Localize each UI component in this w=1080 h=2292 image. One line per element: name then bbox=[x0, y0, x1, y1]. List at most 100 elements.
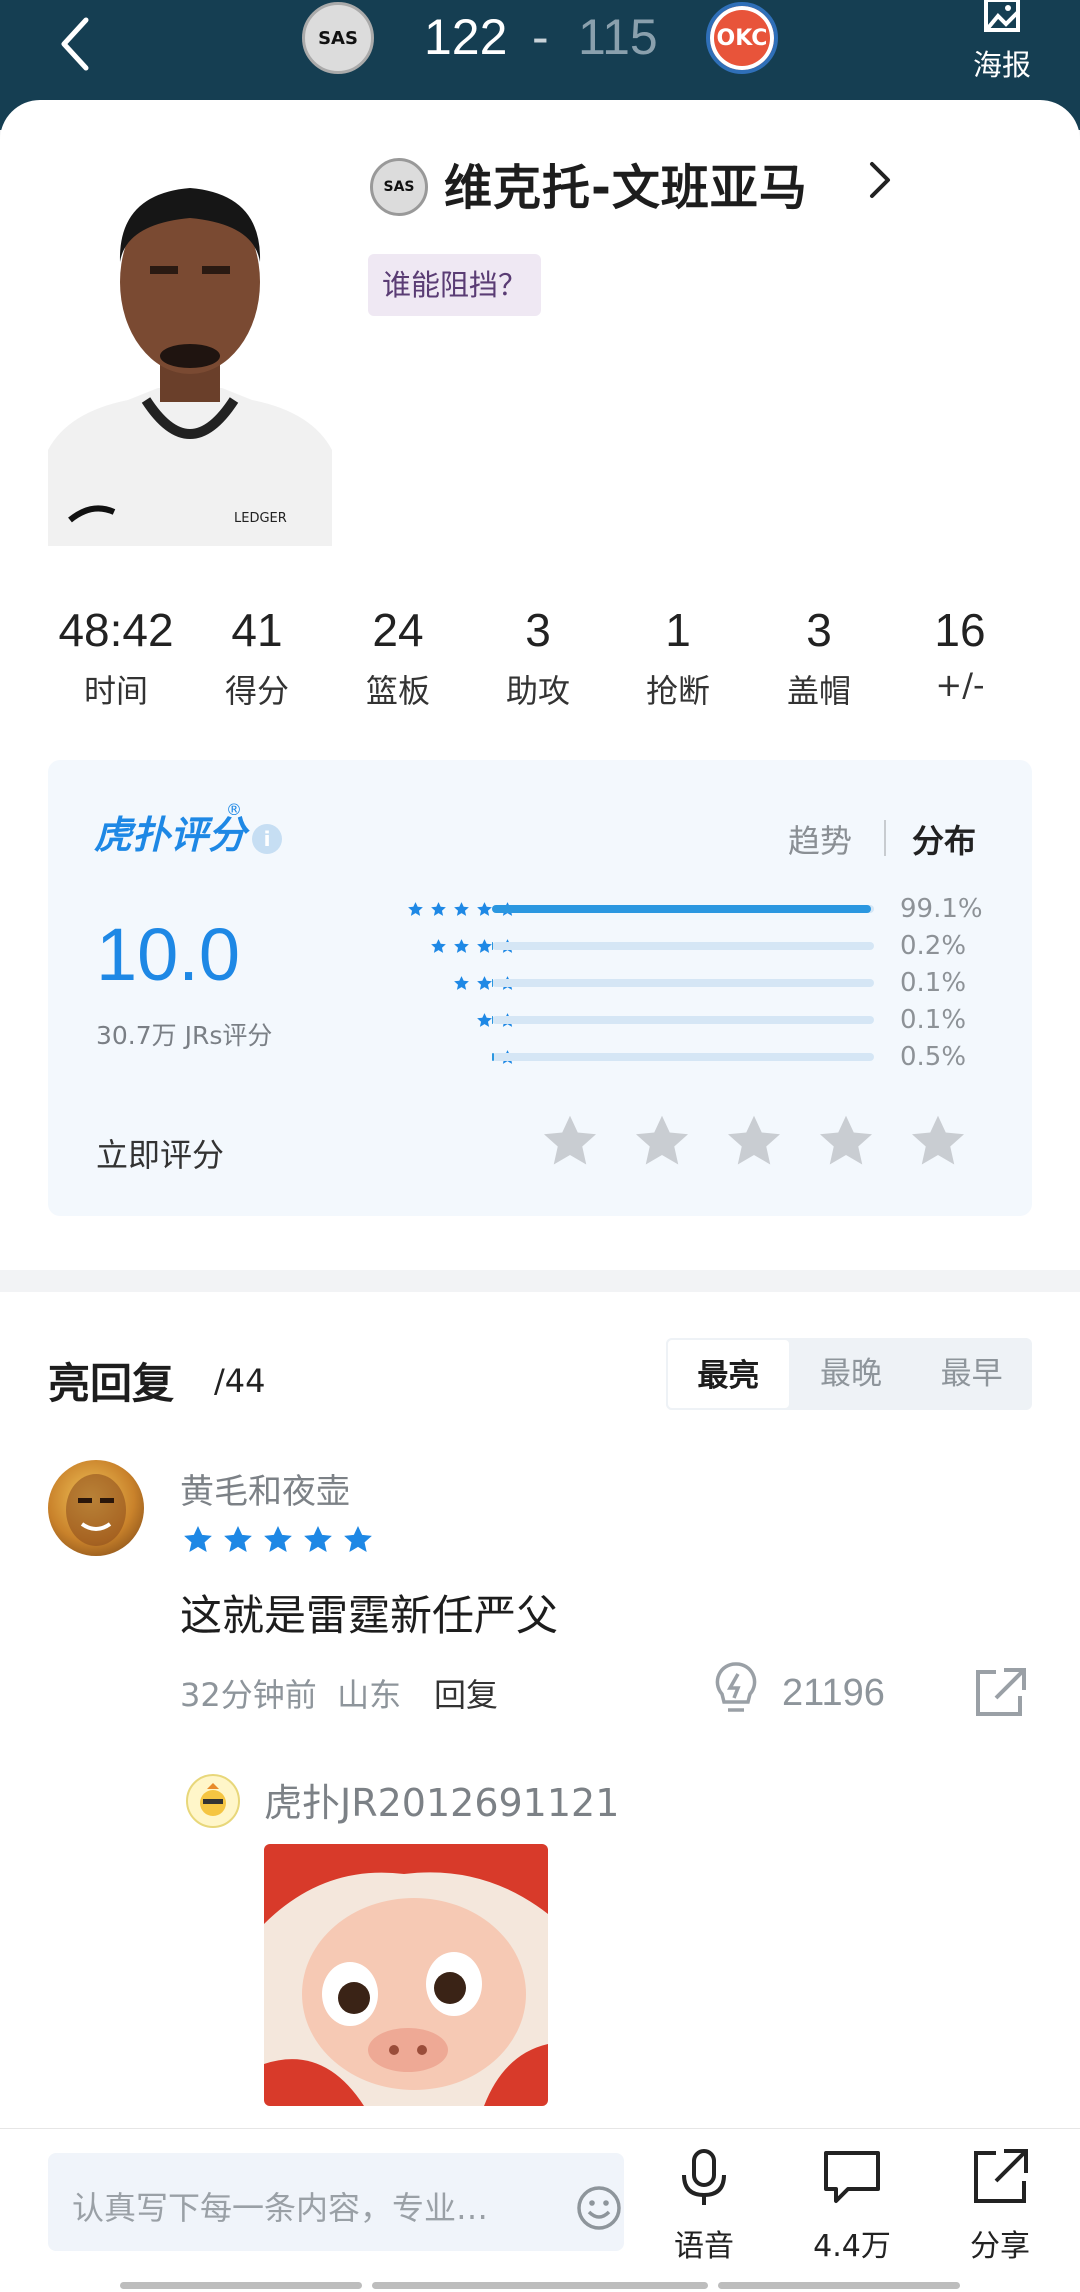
comment-location: 山东 bbox=[337, 1676, 402, 1714]
poster-button[interactable]: 海报 bbox=[962, 0, 1042, 90]
comment-username[interactable]: 黄毛和夜壶 bbox=[180, 1464, 350, 1513]
chevron-right-icon[interactable] bbox=[866, 158, 896, 202]
voice-button[interactable]: 语音 bbox=[644, 2147, 764, 2267]
emoji-icon[interactable] bbox=[576, 2185, 622, 2231]
rating-panel: 虎扑评分 ® i 趋势 分布 10.0 30.7万 JRs评分 99.1% 0.2… bbox=[48, 760, 1032, 1216]
rating-distribution-row: 0.2% bbox=[48, 931, 1032, 961]
player-team-logo: SAS bbox=[370, 158, 428, 216]
bottom-action-bar: 认真写下每一条内容，专业… 语音 4.4万 分享 bbox=[0, 2128, 1080, 2292]
stat-value: 48:42 bbox=[58, 604, 174, 656]
nav-indicator bbox=[120, 2282, 362, 2289]
back-button[interactable] bbox=[50, 6, 110, 76]
comments-button[interactable]: 4.4万 bbox=[792, 2147, 912, 2267]
star-icon bbox=[477, 901, 492, 916]
stat-label: 抢断 bbox=[645, 672, 710, 710]
star-icon bbox=[408, 901, 423, 916]
stat-value: 24 bbox=[372, 604, 424, 656]
stat-minutes: 48:42 时间 bbox=[36, 600, 196, 712]
home-score: 122 bbox=[424, 9, 508, 65]
star-icon bbox=[454, 901, 469, 916]
star-icon bbox=[477, 1012, 492, 1027]
sort-tab-brightest[interactable]: 最亮 bbox=[666, 1338, 791, 1410]
info-icon[interactable]: i bbox=[252, 824, 282, 854]
player-team-abbr: SAS bbox=[383, 179, 415, 195]
stat-value: 1 bbox=[665, 604, 691, 656]
home-team-logo[interactable]: SAS bbox=[302, 2, 374, 74]
player-name[interactable]: 维克托-文班亚马 bbox=[444, 148, 808, 218]
nav-indicator bbox=[372, 2282, 708, 2289]
stat-value: 41 bbox=[231, 604, 283, 656]
sort-tab-earliest[interactable]: 最早 bbox=[911, 1338, 1032, 1410]
light-count: 21196 bbox=[782, 1672, 885, 1714]
distribution-percent: 99.1% bbox=[900, 894, 983, 924]
rate-star-icon[interactable] bbox=[540, 1112, 600, 1172]
player-portrait-image: LEDGER bbox=[48, 188, 332, 546]
distribution-track bbox=[492, 1053, 874, 1061]
reply-avatar[interactable] bbox=[186, 1774, 240, 1828]
distribution-track bbox=[492, 905, 874, 913]
sort-tab-latest[interactable]: 最晚 bbox=[791, 1338, 912, 1410]
comment-meta: 32分钟前 山东 bbox=[180, 1670, 401, 1716]
rate-star-icon[interactable] bbox=[908, 1112, 968, 1172]
distribution-track bbox=[492, 1016, 874, 1024]
score-separator: - bbox=[532, 9, 549, 65]
distribution-percent: 0.1% bbox=[900, 1005, 967, 1035]
distribution-percent: 0.1% bbox=[900, 968, 967, 998]
lightbulb-icon[interactable] bbox=[710, 1660, 762, 1716]
star-icon bbox=[184, 1526, 212, 1552]
stat-assists: 3 助攻 bbox=[458, 600, 618, 712]
share-label: 分享 bbox=[970, 2229, 1030, 2264]
nav-indicator bbox=[718, 2282, 960, 2289]
comment-text: 这就是雷霆新任严父 bbox=[180, 1591, 559, 1640]
image-icon bbox=[984, 0, 1020, 32]
share-icon[interactable] bbox=[974, 1666, 1028, 1718]
distribution-fill bbox=[492, 905, 871, 913]
jersey-sponsor: LEDGER bbox=[234, 511, 287, 526]
star-icon bbox=[431, 938, 446, 953]
stats-row: 48:42 时间 41 得分 24 篮板 3 助攻 1 抢断 3 盖帽 16 +… bbox=[0, 600, 1080, 720]
stat-value: 16 bbox=[934, 604, 986, 656]
tab-distribution[interactable]: 分布 bbox=[912, 816, 976, 862]
comments-title: 亮回复 bbox=[48, 1359, 175, 1408]
star-icon bbox=[477, 938, 492, 953]
stat-rebounds: 24 篮板 bbox=[318, 600, 478, 712]
distribution-track bbox=[492, 979, 874, 987]
home-team-abbr: SAS bbox=[318, 27, 358, 49]
away-team-abbr: OKC bbox=[716, 25, 768, 51]
comment-input[interactable]: 认真写下每一条内容，专业… bbox=[48, 2153, 624, 2251]
tab-trend[interactable]: 趋势 bbox=[788, 816, 852, 862]
rate-star-icon[interactable] bbox=[724, 1112, 784, 1172]
rate-now-label: 立即评分 bbox=[96, 1136, 225, 1174]
comment-bubble-icon bbox=[824, 2151, 880, 2203]
player-card: LEDGER SAS 维克托-文班亚马 谁能阻挡？ 48:42 时间 41 得分… bbox=[0, 100, 1080, 1270]
rate-star-icon[interactable] bbox=[816, 1112, 876, 1172]
rate-star-icon[interactable] bbox=[632, 1112, 692, 1172]
app-root: SAS 122 - 115 OKC 海报 LEDGER SAS 维克托-文班亚马… bbox=[0, 0, 1080, 2292]
reply-username[interactable]: 虎扑JR2012691121 bbox=[264, 1772, 619, 1827]
player-photo[interactable]: LEDGER bbox=[48, 150, 332, 546]
avatar[interactable] bbox=[48, 1460, 144, 1556]
player-tag-badge[interactable]: 谁能阻挡？ bbox=[368, 254, 542, 316]
stat-steals: 1 抢断 bbox=[598, 600, 758, 712]
share-button[interactable]: 分享 bbox=[940, 2147, 1060, 2267]
distribution-fill bbox=[492, 1053, 494, 1061]
comments-count: /44 bbox=[214, 1362, 266, 1400]
stat-label: 时间 bbox=[83, 672, 148, 710]
stat-label: 得分 bbox=[224, 672, 289, 710]
stat-label: +/- bbox=[935, 666, 985, 704]
stat-blocks: 3 盖帽 bbox=[739, 600, 899, 712]
stat-value: 3 bbox=[806, 604, 832, 656]
away-team-logo[interactable]: OKC bbox=[706, 2, 778, 74]
reply-sticker-image[interactable] bbox=[264, 1844, 548, 2106]
star-icon bbox=[224, 1526, 252, 1552]
stat-points: 41 得分 bbox=[177, 600, 337, 712]
away-score: 115 bbox=[578, 9, 658, 65]
rate-stars bbox=[540, 1112, 968, 1172]
reply-button[interactable]: 回复 bbox=[434, 1670, 498, 1716]
star-icon bbox=[264, 1526, 292, 1552]
sort-tabs: 最亮 最晚 最早 bbox=[666, 1338, 1032, 1410]
star-icon bbox=[454, 938, 469, 953]
comment-input-placeholder: 认真写下每一条内容，专业… bbox=[72, 2189, 489, 2227]
distribution-percent: 0.2% bbox=[900, 931, 967, 961]
stat-value: 3 bbox=[525, 604, 551, 656]
